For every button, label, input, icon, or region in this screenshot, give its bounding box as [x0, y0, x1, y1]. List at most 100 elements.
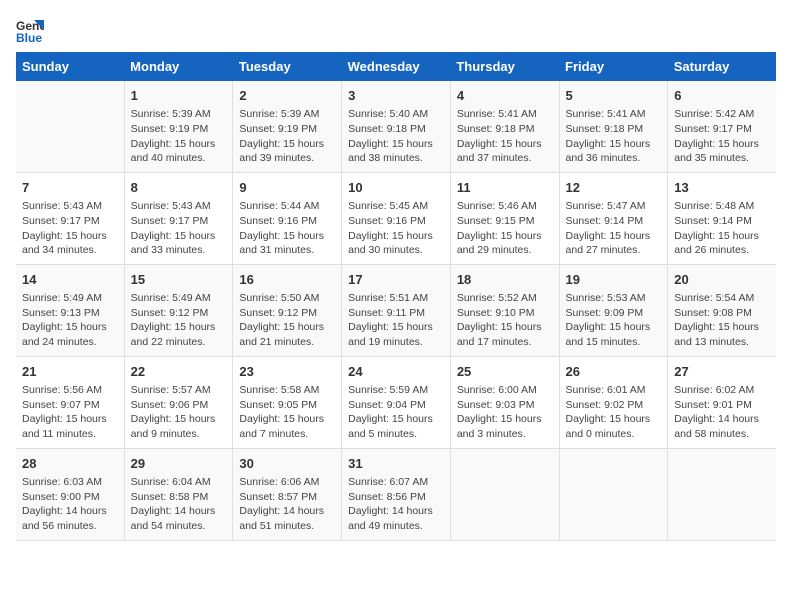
week-row-2: 7 Sunrise: 5:43 AM Sunset: 9:17 PM Daylig… — [16, 172, 776, 264]
day-info: Sunrise: 5:53 AM Sunset: 9:09 PM Dayligh… — [566, 291, 662, 350]
cell-week5-day3: 30 Sunrise: 6:06 AM Sunset: 8:57 PM Dayli… — [233, 448, 342, 540]
day-number: 7 — [22, 179, 118, 197]
day-info: Sunrise: 5:49 AM Sunset: 9:12 PM Dayligh… — [131, 291, 227, 350]
day-info: Sunrise: 5:48 AM Sunset: 9:14 PM Dayligh… — [674, 199, 770, 258]
day-number: 10 — [348, 179, 444, 197]
day-info: Sunrise: 5:52 AM Sunset: 9:10 PM Dayligh… — [457, 291, 553, 350]
cell-week2-day1: 7 Sunrise: 5:43 AM Sunset: 9:17 PM Daylig… — [16, 172, 124, 264]
cell-week2-day7: 13 Sunrise: 5:48 AM Sunset: 9:14 PM Dayli… — [668, 172, 776, 264]
day-info: Sunrise: 5:43 AM Sunset: 9:17 PM Dayligh… — [22, 199, 118, 258]
cell-week5-day4: 31 Sunrise: 6:07 AM Sunset: 8:56 PM Dayli… — [342, 448, 451, 540]
day-info: Sunrise: 5:39 AM Sunset: 9:19 PM Dayligh… — [239, 107, 335, 166]
cell-week4-day5: 25 Sunrise: 6:00 AM Sunset: 9:03 PM Dayli… — [450, 356, 559, 448]
day-number: 19 — [566, 271, 662, 289]
day-number: 4 — [457, 87, 553, 105]
cell-week1-day7: 6 Sunrise: 5:42 AM Sunset: 9:17 PM Daylig… — [668, 81, 776, 172]
cell-week3-day7: 20 Sunrise: 5:54 AM Sunset: 9:08 PM Dayli… — [668, 264, 776, 356]
day-info: Sunrise: 6:03 AM Sunset: 9:00 PM Dayligh… — [22, 475, 118, 534]
day-number: 23 — [239, 363, 335, 381]
day-number: 5 — [566, 87, 662, 105]
day-number: 9 — [239, 179, 335, 197]
day-number: 28 — [22, 455, 118, 473]
day-info: Sunrise: 6:02 AM Sunset: 9:01 PM Dayligh… — [674, 383, 770, 442]
day-number: 31 — [348, 455, 444, 473]
cell-week2-day4: 10Sunrise: 5:45 AM Sunset: 9:16 PM Dayli… — [342, 172, 451, 264]
column-header-thursday: Thursday — [450, 52, 559, 81]
day-number: 11 — [457, 179, 553, 197]
cell-week4-day7: 27 Sunrise: 6:02 AM Sunset: 9:01 PM Dayli… — [668, 356, 776, 448]
day-info: Sunrise: 6:00 AM Sunset: 9:03 PM Dayligh… — [457, 383, 553, 442]
day-info: Sunrise: 6:07 AM Sunset: 8:56 PM Dayligh… — [348, 475, 444, 534]
page-header: General Blue — [16, 16, 776, 44]
day-number: 22 — [131, 363, 227, 381]
day-number: 2 — [239, 87, 335, 105]
cell-week5-day1: 28 Sunrise: 6:03 AM Sunset: 9:00 PM Dayli… — [16, 448, 124, 540]
day-number: 16 — [239, 271, 335, 289]
day-info: Sunrise: 5:41 AM Sunset: 9:18 PM Dayligh… — [457, 107, 553, 166]
day-info: Sunrise: 5:51 AM Sunset: 9:11 PM Dayligh… — [348, 291, 444, 350]
day-number: 18 — [457, 271, 553, 289]
column-header-tuesday: Tuesday — [233, 52, 342, 81]
day-number: 17 — [348, 271, 444, 289]
week-row-5: 28 Sunrise: 6:03 AM Sunset: 9:00 PM Dayli… — [16, 448, 776, 540]
day-number: 1 — [131, 87, 227, 105]
day-number: 6 — [674, 87, 770, 105]
cell-week2-day3: 9 Sunrise: 5:44 AM Sunset: 9:16 PM Daylig… — [233, 172, 342, 264]
day-number: 20 — [674, 271, 770, 289]
cell-week3-day5: 18 Sunrise: 5:52 AM Sunset: 9:10 PM Dayli… — [450, 264, 559, 356]
day-info: Sunrise: 5:57 AM Sunset: 9:06 PM Dayligh… — [131, 383, 227, 442]
calendar-table: SundayMondayTuesdayWednesdayThursdayFrid… — [16, 52, 776, 541]
column-header-friday: Friday — [559, 52, 668, 81]
cell-week5-day5 — [450, 448, 559, 540]
cell-week3-day2: 15 Sunrise: 5:49 AM Sunset: 9:12 PM Dayli… — [124, 264, 233, 356]
week-row-1: 1 Sunrise: 5:39 AM Sunset: 9:19 PM Daylig… — [16, 81, 776, 172]
day-number: 14 — [22, 271, 118, 289]
day-info: Sunrise: 6:06 AM Sunset: 8:57 PM Dayligh… — [239, 475, 335, 534]
cell-week3-day1: 14 Sunrise: 5:49 AM Sunset: 9:13 PM Dayli… — [16, 264, 124, 356]
column-header-saturday: Saturday — [668, 52, 776, 81]
day-info: Sunrise: 5:41 AM Sunset: 9:18 PM Dayligh… — [566, 107, 662, 166]
day-number: 12 — [566, 179, 662, 197]
svg-text:Blue: Blue — [16, 31, 42, 44]
day-number: 21 — [22, 363, 118, 381]
cell-week3-day3: 16Sunrise: 5:50 AM Sunset: 9:12 PM Dayli… — [233, 264, 342, 356]
cell-week1-day3: 2 Sunrise: 5:39 AM Sunset: 9:19 PM Daylig… — [233, 81, 342, 172]
day-number: 25 — [457, 363, 553, 381]
day-number: 29 — [131, 455, 227, 473]
day-info: Sunrise: 5:54 AM Sunset: 9:08 PM Dayligh… — [674, 291, 770, 350]
day-number: 27 — [674, 363, 770, 381]
day-info: Sunrise: 5:59 AM Sunset: 9:04 PM Dayligh… — [348, 383, 444, 442]
day-info: Sunrise: 5:42 AM Sunset: 9:17 PM Dayligh… — [674, 107, 770, 166]
cell-week5-day2: 29 Sunrise: 6:04 AM Sunset: 8:58 PM Dayli… — [124, 448, 233, 540]
day-info: Sunrise: 5:44 AM Sunset: 9:16 PM Dayligh… — [239, 199, 335, 258]
column-header-wednesday: Wednesday — [342, 52, 451, 81]
cell-week1-day5: 4 Sunrise: 5:41 AM Sunset: 9:18 PM Daylig… — [450, 81, 559, 172]
day-number: 24 — [348, 363, 444, 381]
column-header-monday: Monday — [124, 52, 233, 81]
header-row: SundayMondayTuesdayWednesdayThursdayFrid… — [16, 52, 776, 81]
day-number: 15 — [131, 271, 227, 289]
day-number: 26 — [566, 363, 662, 381]
day-info: Sunrise: 6:01 AM Sunset: 9:02 PM Dayligh… — [566, 383, 662, 442]
week-row-3: 14 Sunrise: 5:49 AM Sunset: 9:13 PM Dayli… — [16, 264, 776, 356]
cell-week2-day5: 11Sunrise: 5:46 AM Sunset: 9:15 PM Dayli… — [450, 172, 559, 264]
cell-week2-day2: 8 Sunrise: 5:43 AM Sunset: 9:17 PM Daylig… — [124, 172, 233, 264]
cell-week3-day4: 17 Sunrise: 5:51 AM Sunset: 9:11 PM Dayli… — [342, 264, 451, 356]
cell-week2-day6: 12Sunrise: 5:47 AM Sunset: 9:14 PM Dayli… — [559, 172, 668, 264]
column-header-sunday: Sunday — [16, 52, 124, 81]
day-info: Sunrise: 5:43 AM Sunset: 9:17 PM Dayligh… — [131, 199, 227, 258]
day-info: Sunrise: 5:49 AM Sunset: 9:13 PM Dayligh… — [22, 291, 118, 350]
cell-week5-day7 — [668, 448, 776, 540]
logo-icon: General Blue — [16, 16, 44, 44]
day-number: 13 — [674, 179, 770, 197]
cell-week3-day6: 19 Sunrise: 5:53 AM Sunset: 9:09 PM Dayli… — [559, 264, 668, 356]
day-number: 3 — [348, 87, 444, 105]
day-number: 8 — [131, 179, 227, 197]
day-info: Sunrise: 5:56 AM Sunset: 9:07 PM Dayligh… — [22, 383, 118, 442]
day-info: Sunrise: 6:04 AM Sunset: 8:58 PM Dayligh… — [131, 475, 227, 534]
cell-week4-day6: 26 Sunrise: 6:01 AM Sunset: 9:02 PM Dayli… — [559, 356, 668, 448]
day-number: 30 — [239, 455, 335, 473]
cell-week5-day6 — [559, 448, 668, 540]
day-info: Sunrise: 5:58 AM Sunset: 9:05 PM Dayligh… — [239, 383, 335, 442]
day-info: Sunrise: 5:40 AM Sunset: 9:18 PM Dayligh… — [348, 107, 444, 166]
